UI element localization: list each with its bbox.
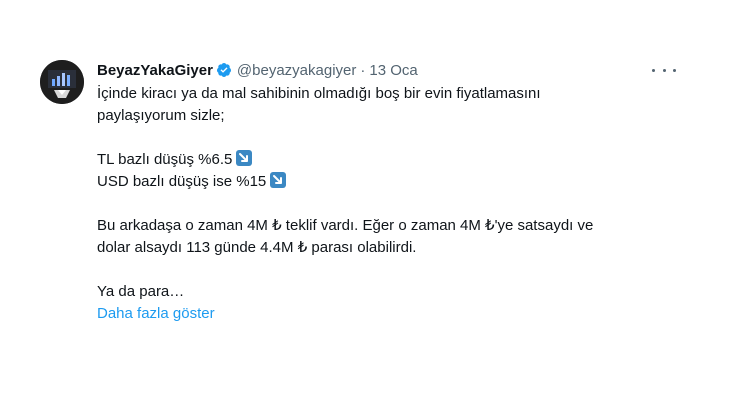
tweet-date[interactable]: 13 Oca — [369, 62, 417, 79]
author-name[interactable]: BeyazYakaGiyer — [97, 62, 213, 79]
tweet-line: Ya da para… — [97, 283, 185, 300]
usd-decline-text: USD bazlı düşüş ise %15 — [97, 173, 267, 190]
avatar[interactable] — [40, 60, 84, 104]
verified-badge-icon — [216, 62, 232, 78]
tweet-card: BeyazYakaGiyer @beyazyakagiyer · 13 Oca … — [0, 0, 730, 420]
tweet-header: BeyazYakaGiyer @beyazyakagiyer · 13 Oca — [97, 60, 418, 80]
author-handle[interactable]: @beyazyakagiyer — [237, 62, 356, 79]
tweet-line: Bu arkadaşa o zaman 4M ₺ teklif vardı. E… — [97, 217, 594, 234]
tweet-line: dolar alsaydı 113 günde 4.4M ₺ parası ol… — [97, 239, 417, 256]
tl-decline-line: TL bazlı düşüş %6.5 — [97, 149, 657, 171]
show-more-link[interactable]: Daha fazla göster — [97, 305, 215, 322]
avatar-icon — [40, 60, 84, 104]
tweet-line: İçinde kiracı ya da mal sahibinin olmadı… — [97, 85, 541, 102]
usd-decline-line: USD bazlı düşüş ise %15 — [97, 171, 657, 193]
tweet-line: paylaşıyorum sizle; — [97, 107, 225, 124]
down-right-arrow-emoji-icon — [236, 150, 253, 166]
tweet-text: İçinde kiracı ya da mal sahibinin olmadı… — [97, 83, 657, 325]
more-dot — [652, 68, 655, 72]
down-right-arrow-emoji-icon — [270, 172, 287, 188]
show-more-row: Daha fazla göster — [97, 303, 657, 325]
more-dot — [673, 68, 676, 72]
tl-decline-text: TL bazlı düşüş %6.5 — [97, 151, 233, 168]
more-options-icon[interactable] — [652, 60, 676, 80]
more-dot — [662, 68, 666, 72]
header-separator: · — [360, 61, 366, 79]
